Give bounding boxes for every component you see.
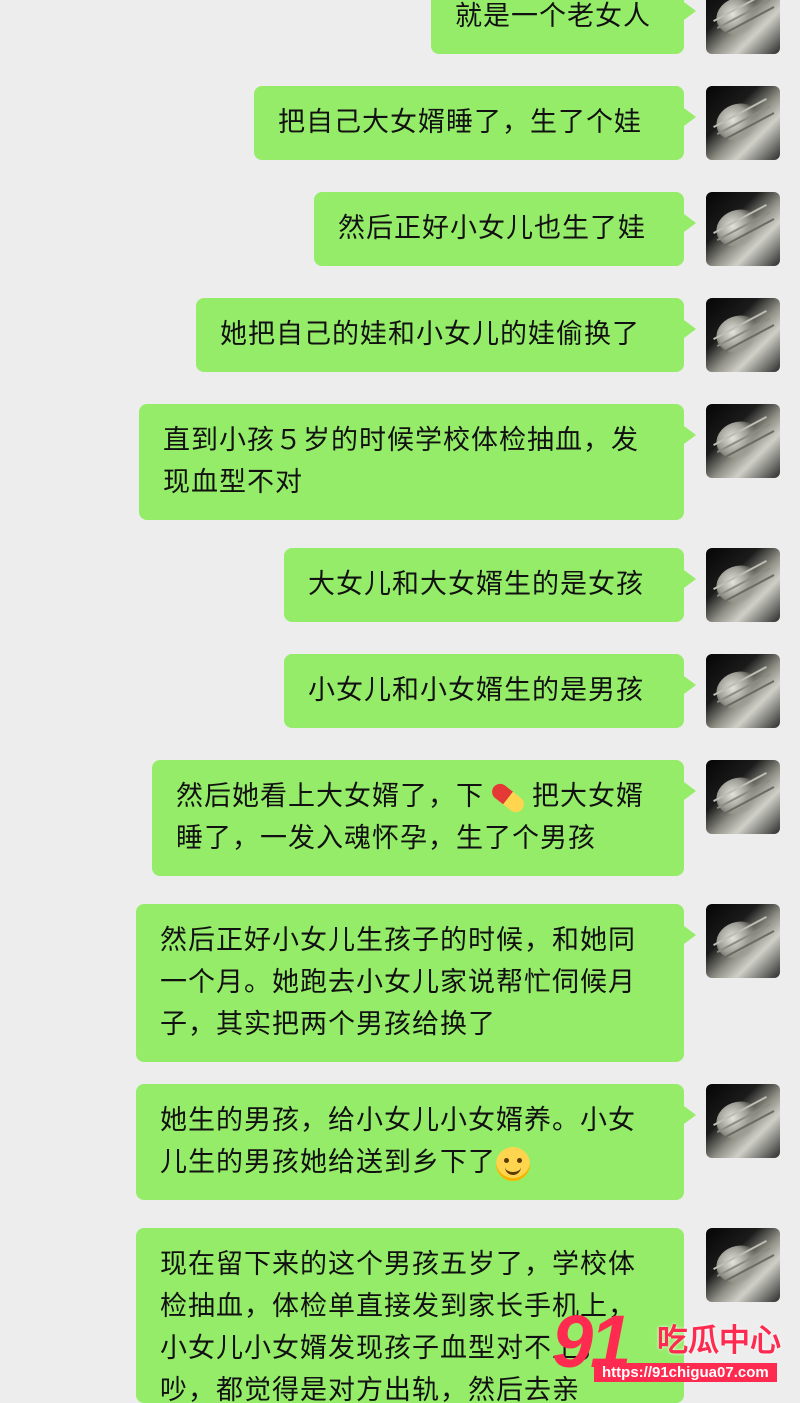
message-text-line: 她生的男孩，给小女儿小女婿养。小女 <box>160 1105 636 1136</box>
message-text-line: 然后正好小女儿生孩子的时候，和她同 <box>160 925 636 956</box>
message-text: 大女儿和大女婿生的是女孩 <box>308 569 644 600</box>
message-bubble[interactable]: 然后正好小女儿也生了娃 <box>314 192 696 266</box>
watermark-name: 吃瓜中心 <box>657 1323 781 1359</box>
avatar[interactable] <box>706 0 780 54</box>
message-text: 把大女婿 <box>532 781 644 812</box>
message-text-line: 儿生的男孩她给送到乡下了 <box>160 1142 660 1184</box>
chat-message: 就是一个老女人 <box>431 0 780 54</box>
message-text-line: 一个月。她跑去小女儿家说帮忙伺候月 <box>160 967 636 998</box>
chat-message: 然后正好小女儿生孩子的时候，和她同 一个月。她跑去小女儿家说帮忙伺候月 子，其实… <box>136 904 780 1062</box>
message-bubble[interactable]: 把自己大女婿睡了，生了个娃 <box>254 86 696 160</box>
avatar[interactable] <box>706 548 780 622</box>
message-bubble[interactable]: 然后正好小女儿生孩子的时候，和她同 一个月。她跑去小女儿家说帮忙伺候月 子，其实… <box>136 904 696 1062</box>
avatar[interactable] <box>706 404 780 478</box>
chat-area: 就是一个老女人 把自己大女婿睡了，生了个娃 然后正好小女儿也生了娃 她把自己的娃… <box>0 0 800 1403</box>
message-text-line: 子，其实把两个男孩给换了 <box>160 1009 496 1040</box>
chat-message: 她生的男孩，给小女儿小女婿养。小女 儿生的男孩她给送到乡下了 <box>136 1084 780 1200</box>
message-bubble[interactable]: 直到小孩５岁的时候学校体检抽血，发 现血型不对 <box>139 404 696 520</box>
chat-message: 然后正好小女儿也生了娃 <box>314 192 780 266</box>
message-text: 然后她看上大女婿了，下 <box>176 781 484 812</box>
message-text: 儿生的男孩她给送到乡下了 <box>160 1147 496 1178</box>
message-text-line: 直到小孩５岁的时候学校体检抽血，发 <box>163 425 639 456</box>
avatar[interactable] <box>706 654 780 728</box>
message-text: 就是一个老女人 <box>455 1 651 32</box>
message-bubble[interactable]: 就是一个老女人 <box>431 0 696 54</box>
avatar[interactable] <box>706 192 780 266</box>
avatar[interactable] <box>706 904 780 978</box>
message-text: 把自己大女婿睡了，生了个娃 <box>278 107 642 138</box>
message-text-line: 现在留下来的这个男孩五岁了，学校体 <box>160 1249 636 1280</box>
message-text: 小女儿和小女婿生的是男孩 <box>308 675 644 706</box>
message-bubble[interactable]: 小女儿和小女婿生的是男孩 <box>284 654 696 728</box>
message-bubble[interactable]: 大女儿和大女婿生的是女孩 <box>284 548 696 622</box>
chat-message: 把自己大女婿睡了，生了个娃 <box>254 86 780 160</box>
smile-emoji-icon <box>496 1146 530 1181</box>
avatar[interactable] <box>706 298 780 372</box>
watermark-url: https://91chigua07.com <box>594 1363 777 1382</box>
chat-message: 大女儿和大女婿生的是女孩 <box>284 548 780 622</box>
pill-emoji-icon <box>488 780 528 815</box>
avatar[interactable] <box>706 1228 780 1302</box>
chat-message: 直到小孩５岁的时候学校体检抽血，发 现血型不对 <box>139 404 780 520</box>
message-bubble[interactable]: 然后她看上大女婿了，下 把大女婿 睡了，一发入魂怀孕，生了个男孩 <box>152 760 696 876</box>
site-watermark: 91 吃瓜中心 https://91chigua07.com <box>552 1300 792 1387</box>
chat-message: 然后她看上大女婿了，下 把大女婿 睡了，一发入魂怀孕，生了个男孩 <box>152 760 780 876</box>
chat-message: 她把自己的娃和小女儿的娃偷换了 <box>196 298 780 372</box>
message-text-line: 然后她看上大女婿了，下 把大女婿 <box>176 776 660 818</box>
avatar[interactable] <box>706 760 780 834</box>
avatar[interactable] <box>706 86 780 160</box>
avatar[interactable] <box>706 1084 780 1158</box>
message-text: 她把自己的娃和小女儿的娃偷换了 <box>220 319 640 350</box>
message-bubble[interactable]: 她把自己的娃和小女儿的娃偷换了 <box>196 298 696 372</box>
message-text: 然后正好小女儿也生了娃 <box>338 213 646 244</box>
message-text-line: 现血型不对 <box>163 467 303 498</box>
chat-message: 小女儿和小女婿生的是男孩 <box>284 654 780 728</box>
message-bubble[interactable]: 她生的男孩，给小女儿小女婿养。小女 儿生的男孩她给送到乡下了 <box>136 1084 696 1200</box>
message-text-line: 睡了，一发入魂怀孕，生了个男孩 <box>176 823 596 854</box>
